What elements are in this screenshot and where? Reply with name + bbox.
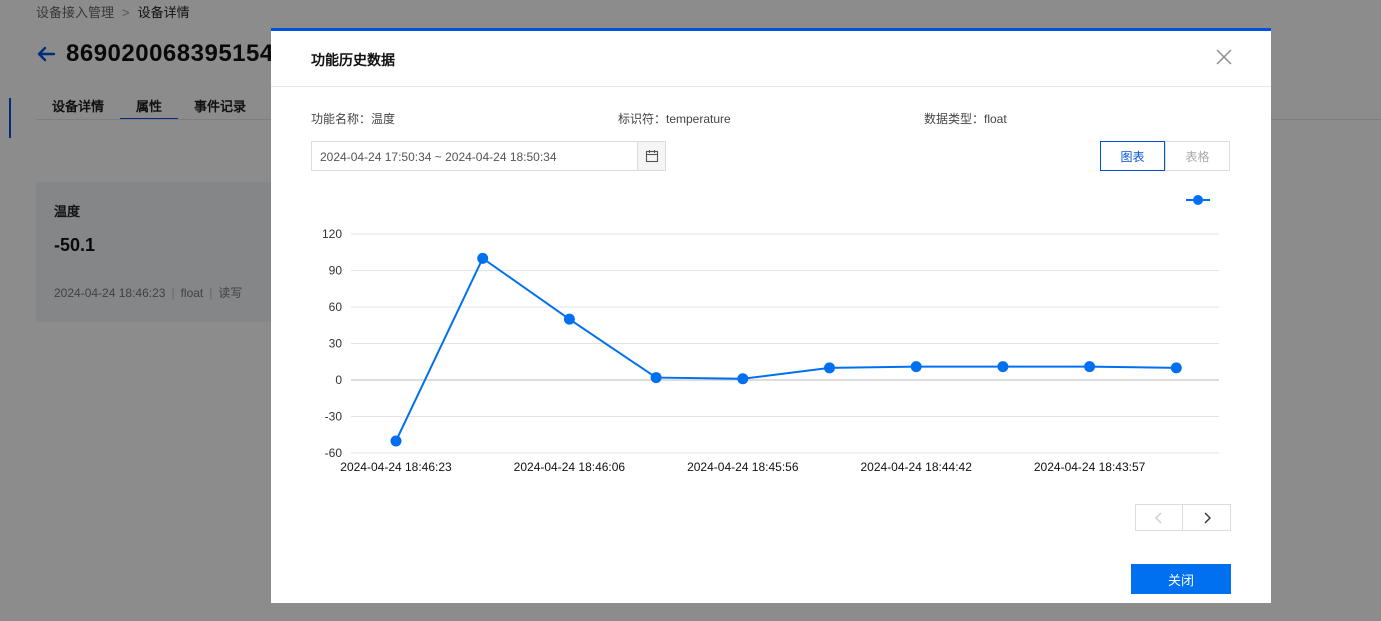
data-point <box>477 252 489 264</box>
y-tick-label: 120 <box>322 227 342 241</box>
data-type-label: 数据类型：float <box>924 112 1007 126</box>
next-page-button[interactable] <box>1183 504 1231 531</box>
history-data-modal: 功能历史数据 功能名称：温度 标识符：temperature 数据类型：floa… <box>271 28 1271 603</box>
data-point <box>1084 361 1096 373</box>
y-tick-label: -60 <box>325 446 343 460</box>
series-line <box>395 256 1177 442</box>
prev-page-button[interactable] <box>1135 504 1183 531</box>
modal-header: 功能历史数据 <box>271 31 1271 87</box>
function-name-label: 功能名称：温度 <box>311 112 396 126</box>
calendar-icon <box>645 150 658 163</box>
y-tick-label: 90 <box>329 264 343 278</box>
close-button[interactable]: 关闭 <box>1131 564 1231 594</box>
data-point <box>997 361 1009 373</box>
y-tick-label: -30 <box>325 410 343 424</box>
x-tick-label: 2024-04-24 18:45:56 <box>687 460 799 474</box>
x-tick-label: 2024-04-24 18:46:23 <box>340 460 452 474</box>
data-point <box>650 372 662 384</box>
y-tick-label: 30 <box>329 337 343 351</box>
chevron-left-icon <box>1155 512 1162 523</box>
y-tick-label: 60 <box>329 300 343 314</box>
data-point <box>737 373 749 385</box>
calendar-button[interactable] <box>637 142 665 170</box>
table-view-button[interactable]: 表格 <box>1165 141 1230 171</box>
history-line-chart: 120 90 60 30 0 -30 -602024-04-24 18:46:23 2024-… <box>322 195 1219 474</box>
data-point <box>824 362 835 374</box>
data-point <box>910 361 922 373</box>
x-tick-label: 2024-04-24 18:44:42 <box>860 460 972 474</box>
pagination <box>1135 504 1231 531</box>
date-range-value: 2024-04-24 17:50:34 ~ 2024-04-24 18:50:3… <box>320 150 557 164</box>
date-range-picker[interactable]: 2024-04-24 17:50:34 ~ 2024-04-24 18:50:3… <box>311 141 666 171</box>
legend-marker-icon <box>1193 195 1203 205</box>
data-point <box>1170 362 1182 374</box>
close-icon[interactable] <box>1215 48 1233 66</box>
x-tick-label: 2024-04-24 18:46:06 <box>514 460 626 474</box>
identifier-label: 标识符：temperature <box>618 112 731 126</box>
data-point <box>390 435 402 447</box>
chart-view-button[interactable]: 图表 <box>1100 141 1165 171</box>
view-toggle: 图表 表格 <box>1100 141 1230 171</box>
x-tick-label: 2024-04-24 18:43:57 <box>1034 460 1146 474</box>
y-tick-label: 0 <box>335 373 342 387</box>
chevron-right-icon <box>1204 512 1211 523</box>
data-point <box>563 313 575 325</box>
modal-title: 功能历史数据 <box>311 52 395 68</box>
